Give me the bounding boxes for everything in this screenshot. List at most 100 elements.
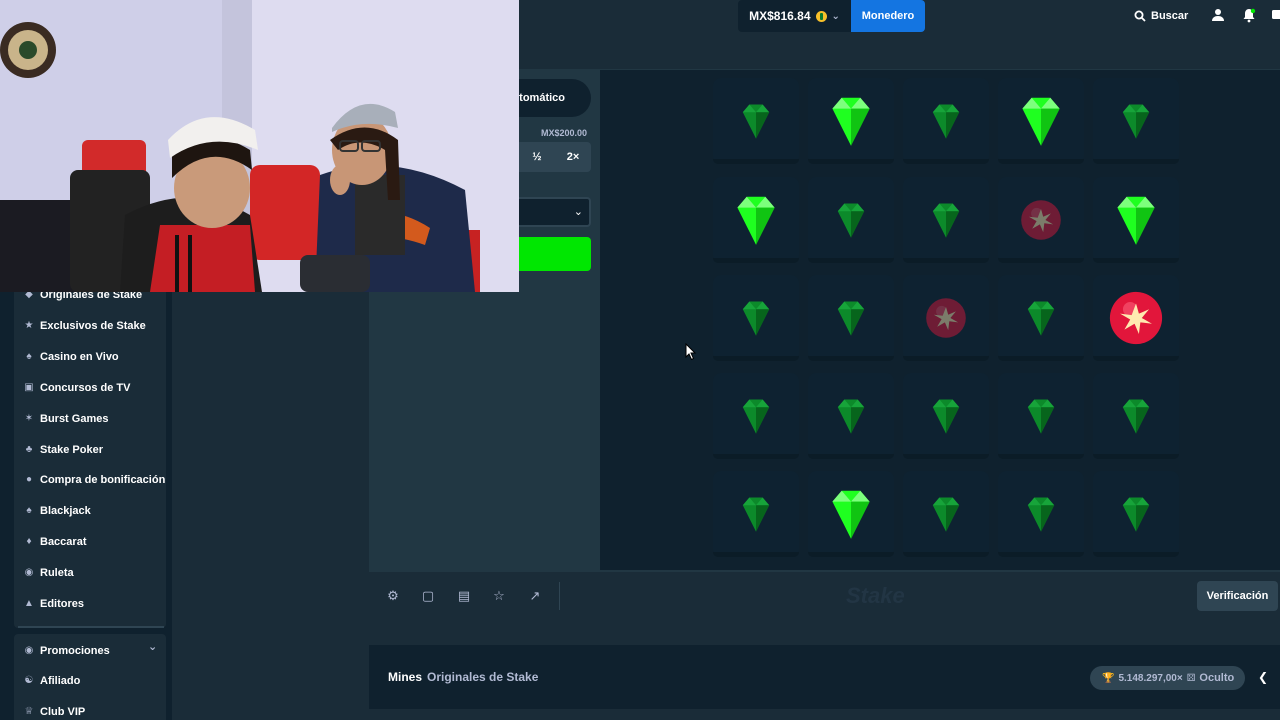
tile-shadow xyxy=(808,159,894,164)
live-casino-icon: ♠ xyxy=(26,351,32,362)
sidebar-item-burst[interactable]: ✶ Burst Games xyxy=(24,410,109,428)
sidebar-item-label: Promociones xyxy=(40,645,110,657)
mines-tile[interactable] xyxy=(1093,373,1179,459)
user-icon[interactable] xyxy=(1210,7,1226,23)
sidebar-item-live-casino[interactable]: ♠ Casino en Vivo xyxy=(24,348,119,366)
sidebar-item-label: Casino en Vivo xyxy=(40,351,119,363)
gem-icon xyxy=(820,90,882,152)
tile-shadow xyxy=(998,258,1084,263)
gem-icon xyxy=(1019,296,1063,340)
mines-tile[interactable] xyxy=(998,78,1084,164)
sidebar-item-label: Baccarat xyxy=(40,536,87,548)
search-button[interactable]: Buscar xyxy=(1134,6,1188,26)
gem-icon xyxy=(734,492,778,536)
toolbar-divider xyxy=(559,582,560,610)
mines-tile[interactable] xyxy=(903,177,989,263)
bet-amount-value: MX$200.00 xyxy=(541,128,588,138)
half-bet-button[interactable]: ½ xyxy=(519,142,555,172)
mines-tile[interactable] xyxy=(903,373,989,459)
sidebar-item-editors[interactable]: ▲ Editores xyxy=(24,595,84,613)
settings-gear-icon[interactable]: ⚙ xyxy=(385,588,401,604)
mine-icon xyxy=(924,296,968,340)
chevron-down-icon: ⌄ xyxy=(148,641,158,653)
mines-tile[interactable] xyxy=(1093,275,1179,361)
gem-icon xyxy=(1114,99,1158,143)
share-external-icon[interactable]: ↗ xyxy=(527,588,543,604)
gem-icon xyxy=(734,394,778,438)
sidebar-item-roulette[interactable]: ◉ Ruleta xyxy=(24,564,74,582)
mines-tile[interactable] xyxy=(903,78,989,164)
mines-tile[interactable] xyxy=(713,471,799,557)
sidebar-item-vip[interactable]: ♕ Club VIP xyxy=(24,703,86,720)
roulette-icon: ◉ xyxy=(24,567,34,578)
mines-tile[interactable] xyxy=(998,177,1084,263)
chat-icon[interactable] xyxy=(1271,7,1280,23)
mines-count-select[interactable]: ⌄ xyxy=(519,197,591,227)
mine-icon xyxy=(1107,289,1165,347)
tile-shadow xyxy=(998,552,1084,557)
mines-tile[interactable] xyxy=(1093,177,1179,263)
verification-button[interactable]: Verificación xyxy=(1197,581,1278,611)
favorite-star-icon[interactable]: ☆ xyxy=(491,588,507,604)
mines-tile[interactable] xyxy=(713,275,799,361)
webcam-overlay xyxy=(0,0,519,292)
mines-tile[interactable] xyxy=(713,177,799,263)
sidebar-item-tv[interactable]: ▣ Concursos de TV xyxy=(24,379,130,397)
stats-chart-icon[interactable]: ▤ xyxy=(456,588,472,604)
mines-tile[interactable] xyxy=(1093,78,1179,164)
tile-shadow xyxy=(1093,552,1179,557)
mines-tile[interactable] xyxy=(998,275,1084,361)
chevron-down-icon: ⌄ xyxy=(573,206,583,218)
game-provider[interactable]: Originales de Stake xyxy=(427,670,538,684)
tile-shadow xyxy=(713,552,799,557)
game-title: Mines xyxy=(388,670,423,684)
theatre-mode-icon[interactable]: ▢ xyxy=(420,588,436,604)
tile-shadow xyxy=(808,454,894,459)
sidebar-item-label: Concursos de TV xyxy=(40,382,131,394)
tile-shadow xyxy=(1093,356,1179,361)
sidebar-item-baccarat[interactable]: ♦ Baccarat xyxy=(24,533,86,551)
tv-icon: ▣ xyxy=(24,382,34,393)
sidebar-item-label: Afiliado xyxy=(40,675,81,687)
gem-icon xyxy=(734,99,778,143)
tile-shadow xyxy=(903,552,989,557)
sidebar-item-poker[interactable]: ♣ Stake Poker xyxy=(24,441,103,459)
gem-icon xyxy=(924,198,968,242)
sidebar-item-label: Ruleta xyxy=(40,567,74,579)
mines-tile[interactable] xyxy=(998,471,1084,557)
mines-tile[interactable] xyxy=(713,78,799,164)
mines-tile[interactable] xyxy=(808,275,894,361)
webcam-feed-image xyxy=(0,0,519,292)
sidebar-item-exclusive[interactable]: ★ Exclusivos de Stake xyxy=(24,317,146,335)
mines-tile[interactable] xyxy=(903,275,989,361)
wallet-button[interactable]: Monedero xyxy=(851,0,925,32)
sidebar-item-affiliate[interactable]: ☯ Afiliado xyxy=(24,672,81,690)
gem-icon xyxy=(924,99,968,143)
sidebar-item-blackjack[interactable]: ♠ Blackjack xyxy=(24,502,90,520)
mines-tile[interactable] xyxy=(808,78,894,164)
bet-button[interactable] xyxy=(519,237,591,271)
mines-tile[interactable] xyxy=(713,373,799,459)
mines-tile[interactable] xyxy=(903,471,989,557)
tile-shadow xyxy=(998,454,1084,459)
notifications-icon[interactable] xyxy=(1241,7,1257,23)
tile-shadow xyxy=(998,159,1084,164)
chevron-left-icon[interactable]: ❮ xyxy=(1258,670,1268,684)
gem-icon xyxy=(1010,90,1072,152)
sidebar-item-promotions[interactable]: ◉ Promociones ⌄ xyxy=(24,641,158,660)
editors-icon: ▲ xyxy=(24,598,34,609)
gem-icon xyxy=(1105,189,1167,251)
mines-tile[interactable] xyxy=(808,471,894,557)
balance-selector[interactable]: MX$816.84 ⌄ xyxy=(738,0,851,32)
mines-tile[interactable] xyxy=(998,373,1084,459)
mines-tile[interactable] xyxy=(808,177,894,263)
incognito-icon: ⚄ xyxy=(1186,672,1196,684)
double-bet-button[interactable]: 2× xyxy=(555,142,591,172)
mines-tile[interactable] xyxy=(1093,471,1179,557)
gem-icon xyxy=(734,296,778,340)
gem-icon xyxy=(1114,492,1158,536)
mines-tile[interactable] xyxy=(808,373,894,459)
gem-icon xyxy=(1019,394,1063,438)
sidebar-item-label: Editores xyxy=(40,598,85,610)
sidebar-item-bonus-buy[interactable]: ● Compra de bonificación xyxy=(24,471,165,489)
